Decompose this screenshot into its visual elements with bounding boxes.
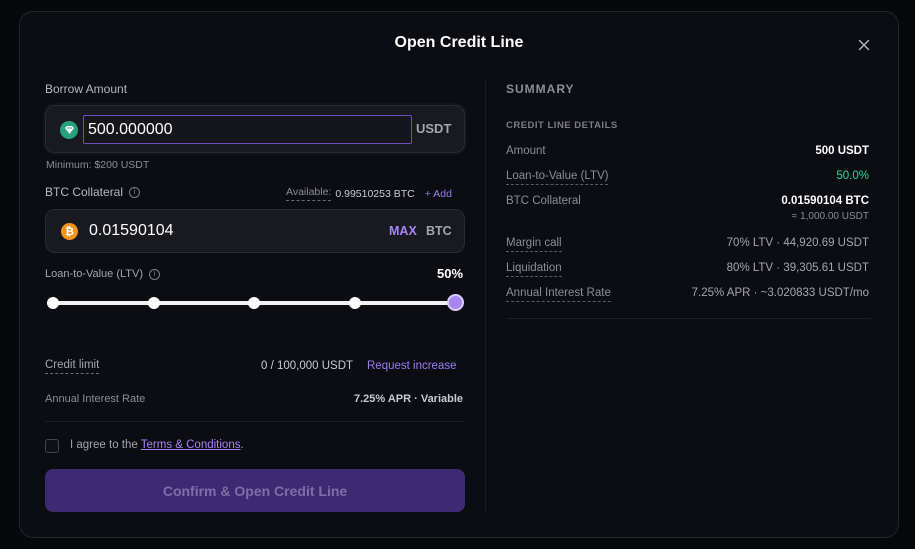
borrow-amount-input[interactable] <box>83 115 412 144</box>
summary-margin-label: Margin call <box>506 237 562 252</box>
terms-agreement: I agree to the Terms & Conditions. <box>70 439 244 451</box>
summary-title: SUMMARY <box>506 82 575 96</box>
summary-amount-label: Amount <box>506 145 546 157</box>
available-value: 0.99510253 BTC <box>335 187 415 200</box>
info-icon[interactable]: i <box>149 268 161 280</box>
column-divider <box>485 80 486 512</box>
add-collateral-link[interactable]: + Add <box>425 188 452 200</box>
slider-stop[interactable] <box>248 297 260 309</box>
summary-ltv-value: 50.0% <box>836 170 869 182</box>
credit-limit-label: Credit limit <box>45 359 100 374</box>
slider-thumb[interactable] <box>446 294 464 311</box>
borrow-unit: USDT <box>416 121 452 136</box>
borrow-amount-field: USDT <box>45 105 465 153</box>
borrow-amount-label: Borrow Amount <box>45 82 128 96</box>
ltv-value: 50% <box>437 266 464 281</box>
modal-title: Open Credit Line <box>394 34 524 51</box>
slider-stop[interactable] <box>147 297 160 309</box>
summary-apr-value: 7.25% APR · ~3.020833 USDT/mo <box>691 287 869 299</box>
summary-collateral-usd: ≈ 1,000.00 USDT <box>791 211 869 222</box>
terms-prefix: I agree to the <box>70 439 141 451</box>
ltv-label: Loan-to-Value (LTV) i <box>45 268 161 280</box>
summary-collateral-value: 0.01590104 BTC <box>781 195 869 207</box>
summary-liquidation-value: 80% LTV · 39,305.61 USDT <box>726 262 869 274</box>
request-increase-link[interactable]: Request increase <box>367 360 457 372</box>
slider-stop[interactable] <box>47 297 59 309</box>
credit-limit-value: 0 / 100,000 USDT <box>261 360 354 372</box>
confirm-open-credit-line-button[interactable]: Confirm & Open Credit Line <box>45 469 465 512</box>
collateral-field[interactable]: ₿ 0.01590104 MAX BTC <box>45 209 465 253</box>
bitcoin-icon: ₿ <box>61 223 78 240</box>
divider <box>506 318 871 319</box>
divider <box>45 421 465 422</box>
summary-amount-value: 500 USDT <box>815 145 869 157</box>
max-button[interactable]: MAX <box>389 224 417 238</box>
ltv-slider[interactable] <box>47 293 464 313</box>
interest-rate-value: 7.25% APR · Variable <box>354 393 464 405</box>
terms-suffix: . <box>240 439 244 451</box>
details-title: CREDIT LINE DETAILS <box>506 120 618 131</box>
summary-margin-value: 70% LTV · 44,920.69 USDT <box>726 237 869 249</box>
close-icon[interactable] <box>856 37 872 53</box>
available-label: Available: <box>286 186 332 201</box>
summary-liquidation-label: Liquidation <box>506 262 562 277</box>
summary-collateral-label: BTC Collateral <box>506 195 581 207</box>
terms-checkbox[interactable] <box>45 439 59 453</box>
info-icon[interactable]: i <box>129 186 141 198</box>
slider-stop[interactable] <box>348 297 361 309</box>
minimum-note: Minimum: $200 USDT <box>46 159 150 171</box>
collateral-unit: BTC <box>426 224 452 238</box>
terms-link[interactable]: Terms & Conditions <box>141 439 241 451</box>
interest-rate-label: Annual Interest Rate <box>45 393 146 405</box>
ltv-label-text: Loan-to-Value (LTV) <box>45 268 144 280</box>
summary-ltv-label: Loan-to-Value (LTV) <box>506 170 609 185</box>
tether-icon <box>60 121 78 139</box>
collateral-label-text: BTC Collateral <box>45 185 124 199</box>
credit-line-modal: Open Credit Line Borrow Amount USDT Mini… <box>19 11 899 538</box>
summary-apr-label: Annual Interest Rate <box>506 287 611 302</box>
collateral-label: BTC Collateral i <box>45 185 141 199</box>
available-balance: Available: 0.99510253 BTC + Add <box>286 186 452 201</box>
collateral-value: 0.01590104 <box>89 222 174 239</box>
